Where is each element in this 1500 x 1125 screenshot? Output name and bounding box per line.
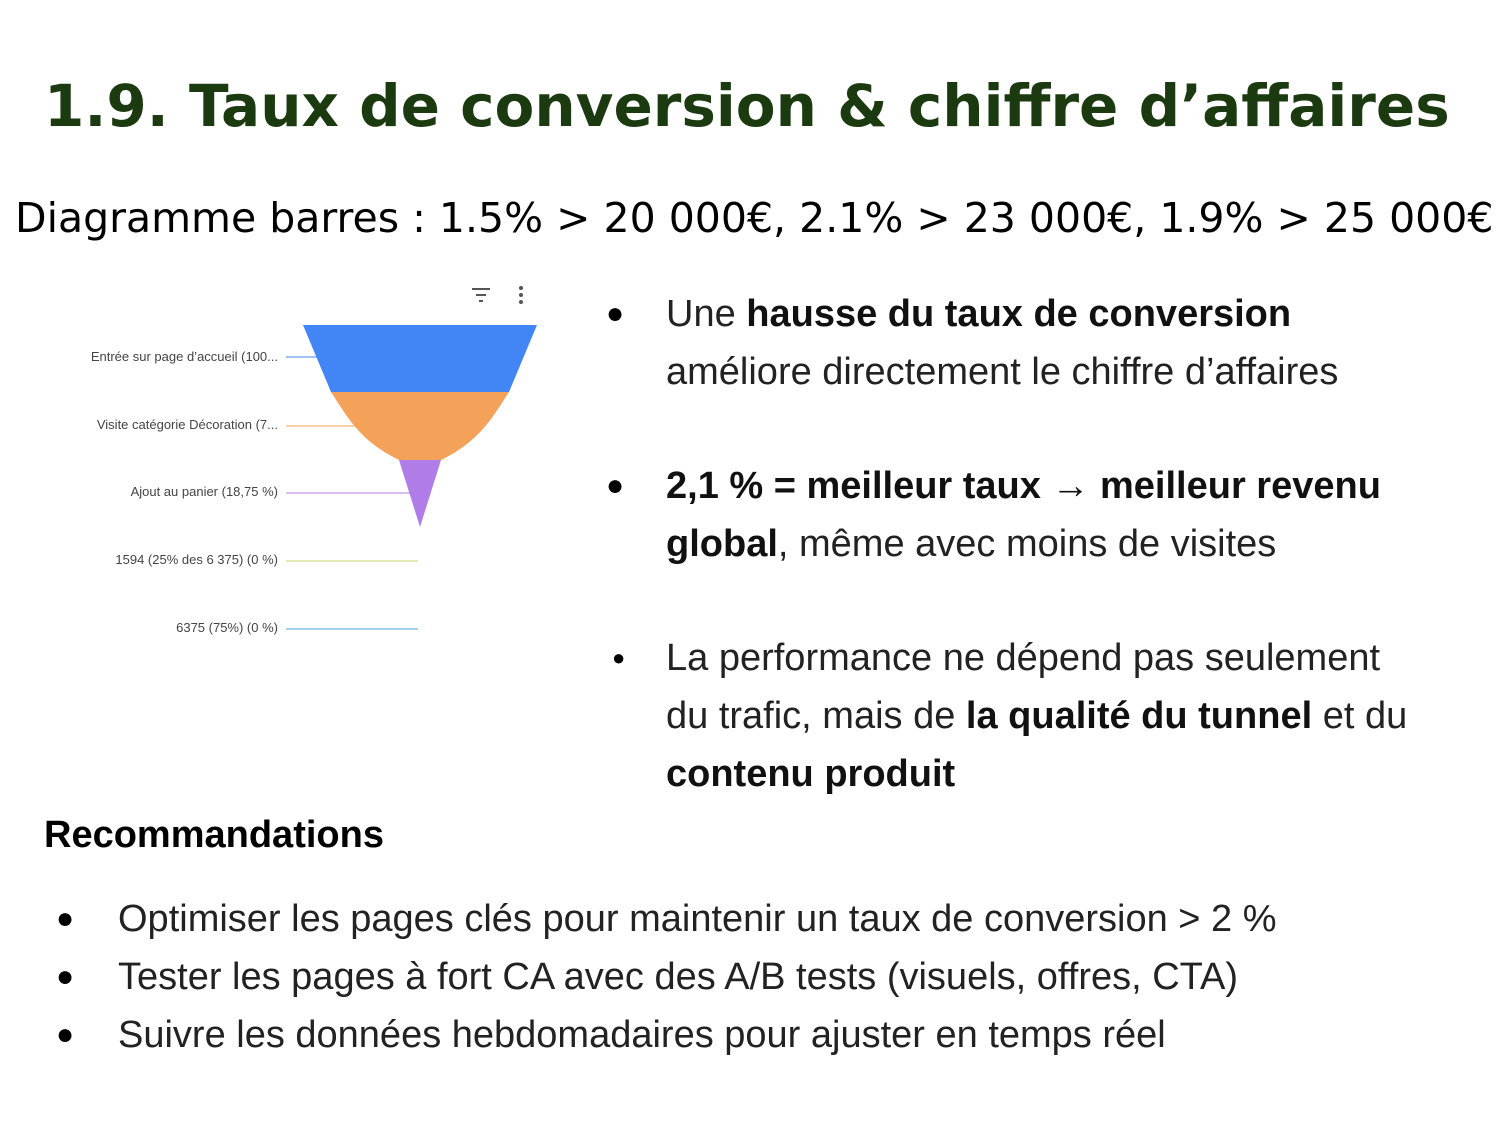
bullet-icon: ● [606,297,625,330]
funnel-svg [286,325,537,630]
insight-1-line2: améliore directement le chiffre d’affair… [666,351,1339,393]
insight-2-rest: , même avec moins de visites [777,523,1277,565]
funnel-label-stage-2: Visite catégorie Décoration (7... [96,417,278,432]
insight-2-line1: 2,1 % = meilleur taux → meilleur revenu [666,465,1381,507]
bullet-icon: ● [612,645,626,670]
funnel-stage-1-segment [303,325,537,392]
insight-3-line3: contenu produit [666,753,956,795]
slide-subtitle: Diagramme barres : 1.5% > 20 000€, 2.1% … [15,194,1494,242]
slide-title: 1.9. Taux de conversion & chiffre d’affa… [44,72,1450,140]
recommendation-item: ● Suivre les données hebdomadaires pour … [50,1006,1450,1064]
insight-text: La performance ne dépend pas seulement d… [666,629,1496,803]
insight-3-line1: La performance ne dépend pas seulement [666,637,1381,679]
recommendation-text: Optimiser les pages clés pour maintenir … [118,898,1277,940]
insight-text: Une hausse du taux de conversion amélior… [666,285,1496,401]
recommendations-list: ● Optimiser les pages clés pour mainteni… [50,890,1450,1064]
insight-2-bold: global [666,523,778,565]
recommendations-heading: Recommandations [44,814,384,856]
funnel-label-stage-3: Ajout au panier (18,75 %) [130,484,278,499]
insight-1-intro: Une [666,293,747,335]
recommendation-text: Suivre les données hebdomadaires pour aj… [118,1014,1166,1056]
recommendation-item: ● Tester les pages à fort CA avec des A/… [50,948,1450,1006]
funnel-label-stage-4: 1594 (25% des 6 375) (0 %) [115,552,278,567]
bullet-icon: ● [606,469,625,502]
insight-3-line2-end: et du [1312,695,1408,737]
recommendation-text: Tester les pages à fort CA avec des A/B … [118,956,1239,998]
insight-text: 2,1 % = meilleur taux → meilleur revenu … [666,457,1496,573]
bullet-icon: ● [56,902,75,935]
funnel-label-stage-1: Entrée sur page d’accueil (100... [90,349,278,364]
funnel-label-stage-5: 6375 (75%) (0 %) [176,620,278,635]
bullet-icon: ● [56,960,75,993]
recommendation-item: ● Optimiser les pages clés pour mainteni… [50,890,1450,948]
insight-3-line2-start: du trafic, mais de [666,695,966,737]
insight-1-bold: hausse du taux de conversion [746,293,1292,335]
funnel-chart: Entrée sur page d’accueil (100... Visite… [60,275,580,665]
bullet-icon: ● [56,1018,75,1051]
insight-3-bold: la qualité du tunnel [965,695,1313,737]
